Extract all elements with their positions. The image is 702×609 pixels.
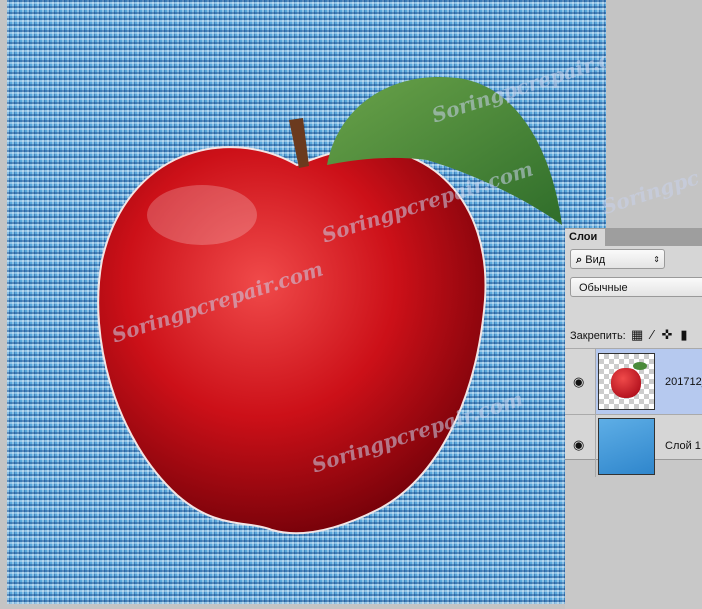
layer-row[interactable]: ◉ Слой 1 [565, 414, 702, 477]
layer-thumbnail [598, 353, 655, 410]
panel-tab-bar: Слои [565, 228, 702, 246]
visibility-eye-icon[interactable]: ◉ [573, 437, 584, 453]
document-canvas[interactable]: Soringpcrepair.com Soringpcrepair.com So… [7, 0, 606, 604]
visibility-eye-icon[interactable]: ◉ [573, 374, 584, 390]
layer-thumbnail [598, 418, 655, 475]
lock-transparent-pixels-icon[interactable]: ▦ [631, 327, 643, 343]
chevron-updown-icon: ⇕ [653, 255, 660, 264]
lock-label: Закрепить: [570, 330, 626, 342]
filter-label: Вид [585, 254, 606, 266]
blend-mode-select[interactable]: Обычные [570, 277, 702, 297]
lock-position-move-icon[interactable]: ✜ [661, 327, 672, 343]
tab-layers[interactable]: Слои [565, 229, 605, 246]
lock-image-pixels-brush-icon[interactable]: ∕ [651, 327, 653, 343]
layer-filter-select[interactable]: ⌕ Вид ⇕ [570, 249, 665, 269]
watermark: Soringpcrepair.com [598, 164, 702, 220]
layers-panel: Слои ⌕ Вид ⇕ Обычные Закрепить: ▦ ∕ ✜ ▮ … [565, 228, 702, 609]
search-icon: ⌕ [576, 254, 583, 266]
layer-name[interactable]: Слой 1 [665, 440, 701, 452]
layer-row[interactable]: ◉ 201712_ [565, 348, 702, 414]
lock-all-icon[interactable]: ▮ [680, 327, 687, 343]
layer-name[interactable]: 201712_ [665, 376, 702, 388]
